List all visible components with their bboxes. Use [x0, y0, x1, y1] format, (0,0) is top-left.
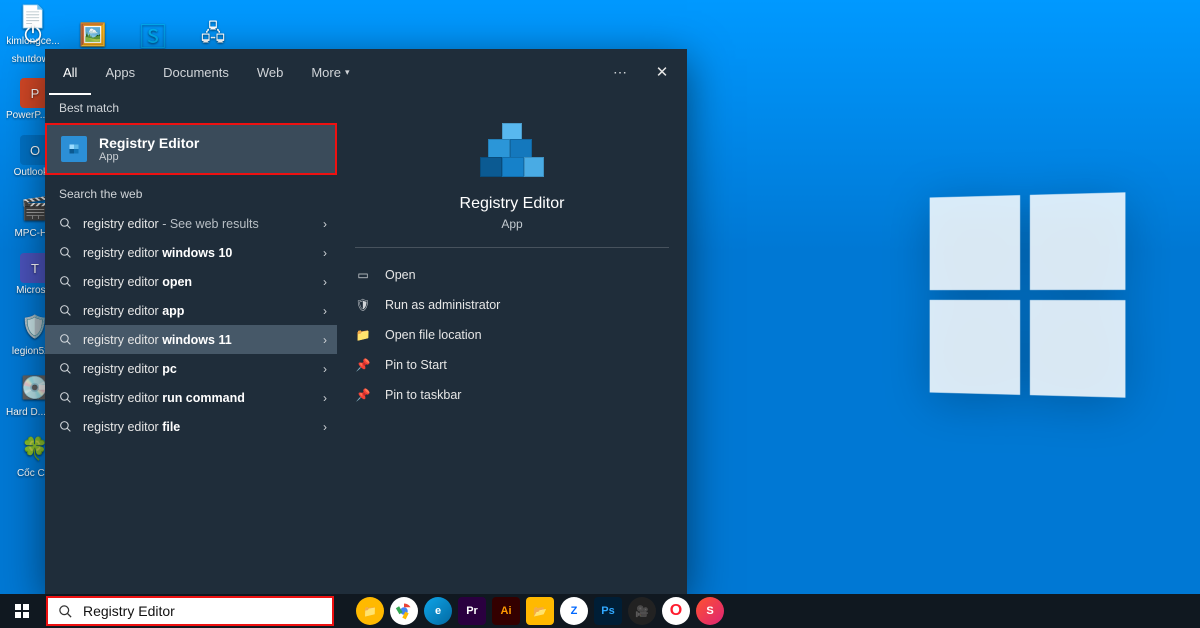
taskbar-icon-premiere[interactable]: Pr [458, 597, 486, 625]
search-input[interactable] [83, 603, 322, 619]
action-icon: 📌 [355, 358, 371, 372]
windows-wallpaper-logo [930, 192, 1126, 397]
web-suggestion[interactable]: registry editor file › [45, 412, 337, 441]
taskbar-icon-chrome[interactable] [390, 597, 418, 625]
action-icon: 🛡 [355, 298, 371, 312]
web-suggestion[interactable]: registry editor app › [45, 296, 337, 325]
close-icon[interactable]: ✕ [641, 51, 683, 93]
preview-action[interactable]: 🛡 Run as administrator [355, 290, 669, 320]
taskbar-icon-illustrator[interactable]: Ai [492, 597, 520, 625]
chevron-right-icon: › [323, 391, 327, 405]
best-match-subtitle: App [99, 151, 199, 163]
taskbar-icon-zalo[interactable]: Z [560, 597, 588, 625]
preview-action[interactable]: 📌 Pin to taskbar [355, 380, 669, 410]
action-label: Open [385, 268, 416, 282]
taskbar: 📁 e Pr Ai 📂 Z Ps 🎥 O S [0, 594, 1200, 628]
more-options-icon[interactable]: ⋯ [601, 64, 641, 81]
suggestion-text: registry editor open [83, 275, 313, 289]
chevron-right-icon: › [323, 362, 327, 376]
preview-title: Registry Editor [460, 195, 565, 213]
regedit-large-icon [480, 123, 544, 181]
taskbar-pinned-apps: 📁 e Pr Ai 📂 Z Ps 🎥 O S [356, 597, 724, 625]
suggestion-text: registry editor app [83, 304, 313, 318]
chevron-right-icon: › [323, 304, 327, 318]
search-icon [59, 304, 73, 317]
chevron-right-icon: › [323, 217, 327, 231]
tab-all[interactable]: All [49, 49, 91, 95]
web-suggestion[interactable]: registry editor run command › [45, 383, 337, 412]
best-match-result[interactable]: Registry Editor App [45, 123, 337, 175]
action-label: Open file location [385, 328, 482, 342]
taskbar-icon-explorer[interactable]: 📁 [356, 597, 384, 625]
suggestion-text: registry editor pc [83, 362, 313, 376]
best-match-title: Registry Editor [99, 135, 199, 151]
taskbar-icon-camtasia[interactable]: 🎥 [628, 597, 656, 625]
search-icon [59, 420, 73, 433]
chevron-right-icon: › [323, 420, 327, 434]
suggestion-text: registry editor file [83, 420, 313, 434]
taskbar-icon-folder2[interactable]: 📂 [526, 597, 554, 625]
suggestion-text: registry editor windows 10 [83, 246, 313, 260]
regedit-icon [61, 136, 87, 162]
results-list: Best match Registry Editor App Search th… [45, 95, 337, 594]
start-button[interactable] [0, 594, 44, 628]
chevron-right-icon: › [323, 246, 327, 260]
preview-subtitle: App [501, 217, 522, 231]
search-icon [59, 217, 73, 230]
search-icon [59, 246, 73, 259]
section-web: Search the web [45, 181, 337, 209]
tab-web[interactable]: Web [243, 49, 298, 95]
web-suggestion[interactable]: registry editor open › [45, 267, 337, 296]
preview-action[interactable]: ▭ Open [355, 260, 669, 290]
action-label: Run as administrator [385, 298, 500, 312]
web-suggestion[interactable]: registry editor windows 11 › [45, 325, 337, 354]
search-icon [59, 275, 73, 288]
tab-documents[interactable]: Documents [149, 49, 243, 95]
search-icon [59, 333, 73, 346]
suggestion-text: registry editor - See web results [83, 217, 313, 231]
suggestion-text: registry editor windows 11 [83, 333, 313, 347]
search-tabs: All Apps Documents Web More▾ ⋯ ✕ [45, 49, 687, 95]
chevron-right-icon: › [323, 275, 327, 289]
web-suggestion[interactable]: registry editor windows 10 › [45, 238, 337, 267]
search-icon [59, 391, 73, 404]
section-best-match: Best match [45, 95, 337, 123]
preview-action[interactable]: 📌 Pin to Start [355, 350, 669, 380]
chevron-right-icon: › [323, 333, 327, 347]
action-icon: 📌 [355, 388, 371, 402]
action-icon: 📁 [355, 328, 371, 342]
search-panel: All Apps Documents Web More▾ ⋯ ✕ Best ma… [45, 49, 687, 594]
search-icon [59, 362, 73, 375]
taskbar-search-box[interactable] [46, 596, 334, 626]
preview-pane: Registry Editor App ▭ Open 🛡 Run as adminis… [337, 95, 687, 594]
tab-apps[interactable]: Apps [91, 49, 149, 95]
taskbar-icon-snagit[interactable]: S [696, 597, 724, 625]
tab-more[interactable]: More▾ [297, 49, 363, 95]
taskbar-icon-edge[interactable]: e [424, 597, 452, 625]
taskbar-icon-photoshop[interactable]: Ps [594, 597, 622, 625]
taskbar-icon-opera[interactable]: O [662, 597, 690, 625]
web-suggestion[interactable]: registry editor pc › [45, 354, 337, 383]
suggestion-text: registry editor run command [83, 391, 313, 405]
search-icon [58, 604, 73, 619]
action-label: Pin to Start [385, 358, 447, 372]
action-icon: ▭ [355, 268, 371, 282]
preview-action[interactable]: 📁 Open file location [355, 320, 669, 350]
action-label: Pin to taskbar [385, 388, 461, 402]
chevron-down-icon: ▾ [345, 67, 350, 78]
web-suggestion[interactable]: registry editor - See web results › [45, 209, 337, 238]
